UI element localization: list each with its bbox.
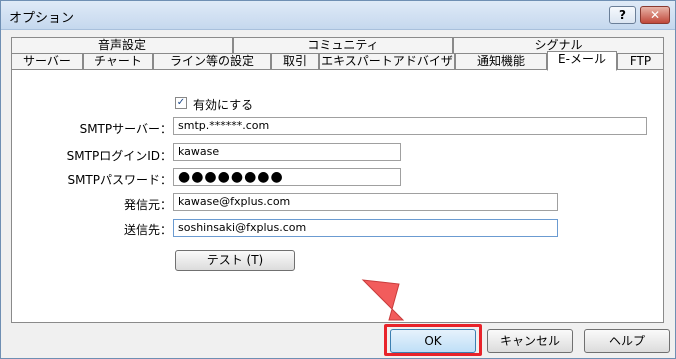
smtp-password-input[interactable]: ●●●●●●●● [173, 168, 401, 186]
from-input[interactable]: kawase@fxplus.com [173, 193, 558, 211]
email-settings-panel: ✓ 有効にする SMTPサーバー： smtp.******.com SMTPログ… [11, 69, 664, 323]
arrow-shape [361, 279, 405, 321]
ok-highlight-frame [384, 324, 482, 356]
test-button[interactable]: テスト (T) [175, 250, 295, 271]
help-icon[interactable]: ? [609, 6, 636, 24]
tab-community[interactable]: コミュニティ [233, 37, 453, 53]
pointer-arrow-icon [361, 279, 405, 321]
smtp-server-label: SMTPサーバー： [79, 122, 172, 136]
tab-email[interactable]: E-メール [547, 51, 617, 71]
options-dialog: オプション ? ✕ 音声設定 コミュニティ シグナル サーバー チャート ライン… [0, 0, 676, 359]
enable-checkbox[interactable]: ✓ [175, 97, 187, 109]
tab-server[interactable]: サーバー [11, 53, 83, 69]
smtp-password-label: SMTPパスワード： [67, 173, 172, 187]
to-input[interactable]: soshinsaki@fxplus.com [173, 219, 558, 237]
smtp-login-input[interactable]: kawase [173, 143, 401, 161]
to-label: 送信先： [123, 223, 172, 237]
help-button[interactable]: ヘルプ [584, 329, 670, 353]
title-bar: オプション ? ✕ [1, 1, 675, 30]
smtp-login-label: SMTPログインID： [66, 149, 172, 163]
tab-expert-advisors[interactable]: エキスパートアドバイザ [319, 53, 455, 69]
tab-notifications[interactable]: 通知機能 [455, 53, 547, 69]
window-title: オプション [9, 11, 75, 26]
tab-ftp[interactable]: FTP [617, 53, 664, 69]
tab-row-2: サーバー チャート ライン等の設定 取引 エキスパートアドバイザ 通知機能 E-… [11, 51, 664, 71]
cancel-button[interactable]: キャンセル [487, 329, 573, 353]
tab-chart[interactable]: チャート [83, 53, 153, 69]
smtp-server-input[interactable]: smtp.******.com [173, 117, 647, 135]
tab-objects[interactable]: ライン等の設定 [153, 53, 271, 69]
enable-label: 有効にする [193, 98, 254, 112]
from-label: 発信元： [123, 198, 172, 212]
tab-trade[interactable]: 取引 [271, 53, 319, 69]
close-icon[interactable]: ✕ [640, 6, 670, 24]
password-dots: ●●●●●●●● [178, 169, 284, 185]
tab-audio-settings[interactable]: 音声設定 [11, 37, 233, 53]
